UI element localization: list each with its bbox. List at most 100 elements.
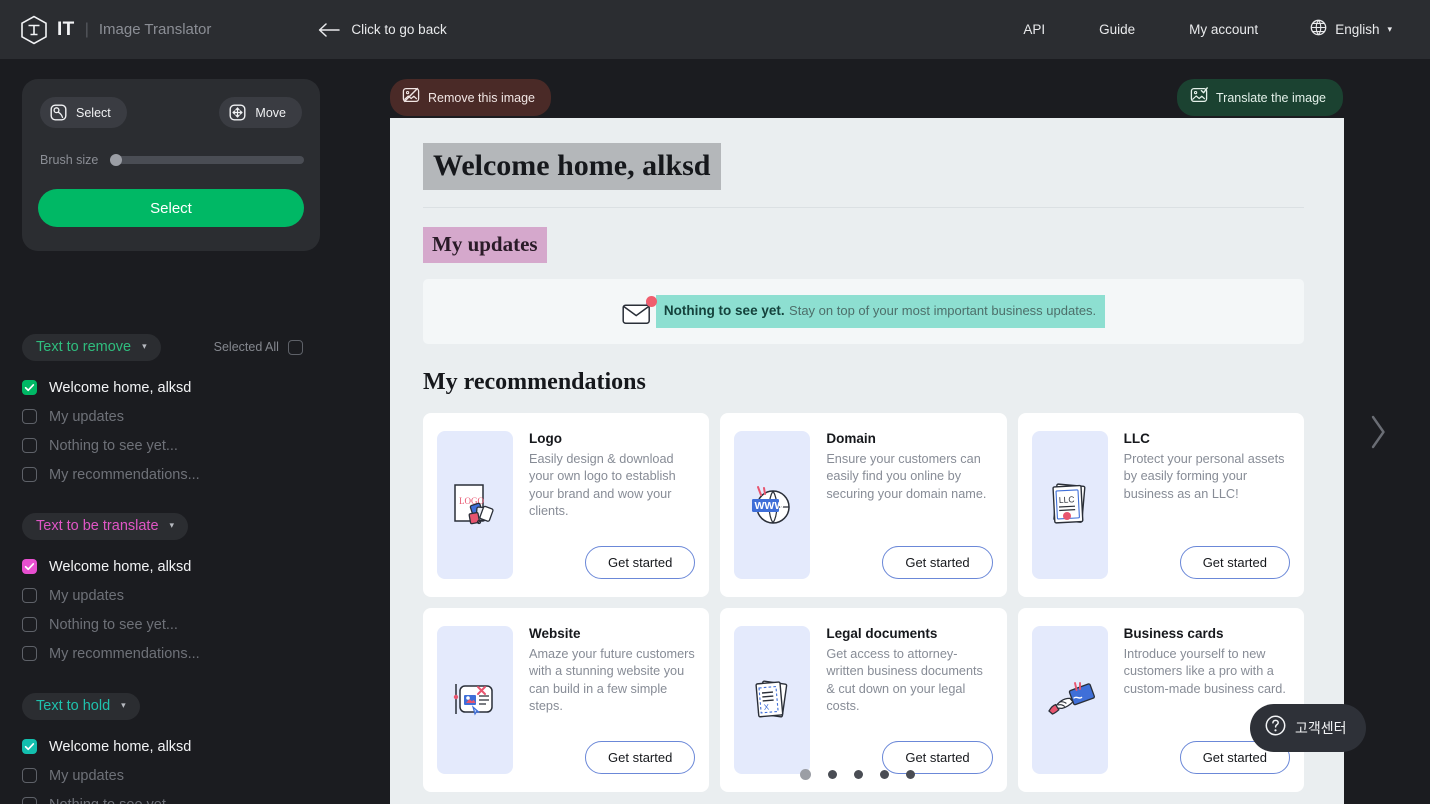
move-arrows-icon [229, 104, 246, 121]
card-logo[interactable]: LOGO Logo Easily design & download your … [423, 413, 710, 597]
logo-design-icon: LOGO [437, 431, 513, 579]
pagination-dot-1[interactable] [800, 769, 811, 780]
translate-the-image-label: Translate the image [1215, 90, 1326, 105]
pagination-dot-5[interactable] [906, 770, 915, 779]
remove-this-image-label: Remove this image [428, 90, 535, 105]
svg-text:LLC: LLC [1058, 494, 1074, 505]
item-checkbox[interactable] [22, 617, 37, 632]
item-checkbox[interactable] [22, 409, 37, 424]
list-item[interactable]: My updates [22, 402, 362, 431]
empty-state-panel: Nothing to see yet. Stay on top of your … [423, 279, 1304, 344]
item-label: Welcome home, alksd [49, 558, 192, 575]
translate-the-image-button[interactable]: Translate the image [1176, 79, 1343, 116]
pagination-dot-2[interactable] [828, 770, 837, 779]
list-item[interactable]: Welcome home, alksd [22, 552, 362, 581]
group-title: Text to be translate [36, 517, 159, 534]
list-item[interactable]: My updates [22, 761, 362, 790]
list-item[interactable]: My recommendations... [22, 460, 362, 489]
nav-item-guide[interactable]: Guide [1072, 22, 1162, 37]
chevron-right-icon [1368, 415, 1387, 454]
app-header: IT | Image Translator Click to go back A… [0, 0, 1430, 59]
select-all-toggle[interactable]: Selected All [214, 339, 303, 355]
item-label: Nothing to see yet... [49, 797, 178, 804]
item-label: My recommendations... [49, 466, 200, 483]
list-item[interactable]: Nothing to see yet... [22, 610, 362, 639]
brand[interactable]: IT | Image Translator [0, 15, 211, 45]
card-llc[interactable]: LLC LLC Protect your personal assets by … [1017, 413, 1304, 597]
select-primary-button[interactable]: Select [38, 189, 304, 227]
divider [423, 207, 1304, 208]
image-canvas[interactable]: Welcome home, alksd My updates Nothing t [390, 118, 1344, 804]
list-item[interactable]: Nothing to see yet... [22, 431, 362, 460]
list-item[interactable]: Welcome home, alksd [22, 373, 362, 402]
nav-item-api[interactable]: API [996, 22, 1072, 37]
card-title: Legal documents [826, 626, 938, 641]
chevron-down-icon: ▾ [1387, 24, 1392, 34]
get-started-button[interactable]: Get started [585, 741, 696, 774]
group-text-to-remove: Text to remove ▾ Selected All Welcome ho… [22, 333, 362, 489]
list-item[interactable]: My recommendations... [22, 639, 362, 668]
brush-size-slider[interactable] [110, 154, 304, 166]
remove-this-image-button[interactable]: Remove this image [390, 79, 551, 116]
customer-support-label: 고객센터 [1295, 720, 1347, 736]
get-started-button[interactable]: Get started [585, 546, 696, 579]
move-tool-button[interactable]: Move [219, 97, 302, 128]
get-started-button[interactable]: Get started [882, 546, 993, 579]
item-label: Welcome home, alksd [49, 738, 192, 755]
go-back-button[interactable]: Click to go back [318, 22, 447, 37]
group-toggle-text-to-hold[interactable]: Text to hold ▾ [22, 692, 140, 720]
nav-item-my-account[interactable]: My account [1162, 22, 1285, 37]
customer-support-widget[interactable]: 고객센터 [1250, 704, 1366, 752]
item-checkbox[interactable] [22, 380, 37, 395]
item-checkbox[interactable] [22, 467, 37, 482]
tool-buttons-row: Select Move [40, 97, 302, 128]
group-header: Text to be translate ▾ [22, 512, 362, 540]
item-checkbox[interactable] [22, 588, 37, 603]
item-checkbox[interactable] [22, 797, 37, 804]
group-text-to-be-translate: Text to be translate ▾ Welcome home, alk… [22, 512, 362, 668]
brush-size-slider-handle[interactable] [110, 154, 123, 166]
empty-state-muted: Stay on top of your most important busin… [789, 303, 1097, 319]
card-description: Protect your personal assets by easily f… [1123, 452, 1285, 501]
select-all-checkbox[interactable] [287, 339, 303, 355]
list-item[interactable]: Welcome home, alksd [22, 732, 362, 761]
item-label: Welcome home, alksd [49, 379, 192, 396]
item-checkbox[interactable] [22, 768, 37, 783]
card-legal-documents[interactable]: X Legal documents Get access to attorney… [720, 608, 1007, 792]
item-label: Nothing to see yet... [49, 437, 178, 454]
item-label: My recommendations... [49, 645, 200, 662]
pagination-dot-4[interactable] [880, 770, 889, 779]
page-content: Welcome home, alksd My updates Nothing t [390, 118, 1344, 792]
card-description: Introduce yourself to new customers like… [1123, 647, 1286, 696]
item-checkbox[interactable] [22, 559, 37, 574]
pagination-dot-3[interactable] [854, 770, 863, 779]
item-label: My updates [49, 767, 124, 784]
item-checkbox[interactable] [22, 646, 37, 661]
group-toggle-text-to-be-translate[interactable]: Text to be translate ▾ [22, 512, 189, 540]
recommendation-cards-grid: LOGO Logo Easily design & download your … [423, 413, 1304, 792]
group-title: Text to hold [36, 697, 111, 714]
next-image-button[interactable] [1360, 404, 1394, 464]
lasso-select-icon [50, 104, 67, 121]
empty-state-text: Nothing to see yet. Stay on top of your … [655, 295, 1106, 328]
legal-documents-icon: X [734, 626, 811, 774]
card-domain[interactable]: WWW Domain Ensure your customers can eas… [720, 413, 1007, 597]
select-tool-label: Select [76, 105, 111, 120]
recommendations-heading: My recommendations [423, 369, 646, 395]
language-selector[interactable]: English ▾ [1310, 19, 1392, 41]
card-business-cards[interactable]: Business cards Introduce yourself to new… [1017, 608, 1304, 792]
item-checkbox[interactable] [22, 739, 37, 754]
item-checkbox[interactable] [22, 438, 37, 453]
business-card-hand-icon [1031, 626, 1108, 774]
brand-name: Image Translator [98, 21, 212, 38]
list-item[interactable]: Nothing to see yet... [22, 790, 362, 804]
card-website[interactable]: Website Amaze your future customers with… [423, 608, 710, 792]
go-back-label: Click to go back [351, 22, 447, 37]
group-items: Welcome home, alksd My updates Nothing t… [22, 373, 362, 489]
get-started-button[interactable]: Get started [1179, 546, 1290, 579]
group-toggle-text-to-remove[interactable]: Text to remove ▾ [22, 333, 161, 361]
question-circle-icon [1265, 715, 1286, 741]
list-item[interactable]: My updates [22, 581, 362, 610]
hexagon-logo-icon [20, 15, 48, 45]
select-tool-button[interactable]: Select [40, 97, 127, 128]
